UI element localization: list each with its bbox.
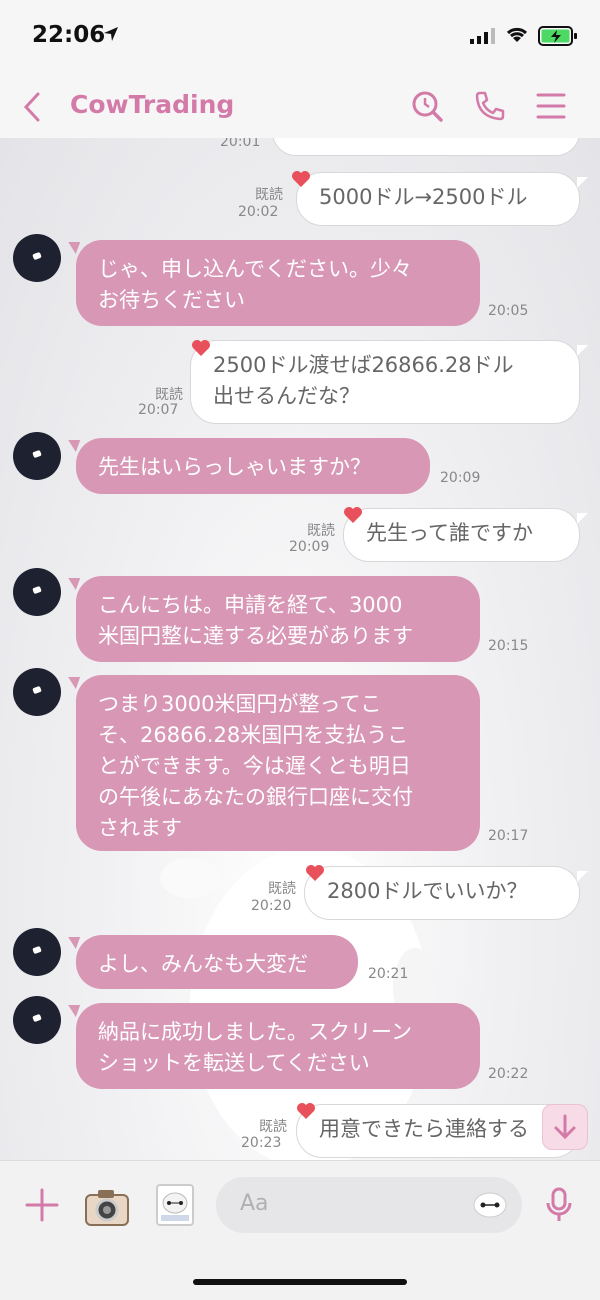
message-time: 20:02 bbox=[238, 204, 279, 220]
microphone-icon[interactable] bbox=[545, 1187, 573, 1223]
contact-avatar[interactable] bbox=[13, 568, 61, 616]
message-text-line: こんにちは。申請を経て、3000 bbox=[98, 593, 403, 617]
message-bubble-incoming[interactable]: 納品に成功しました。スクリーン ショットを転送してください bbox=[76, 1003, 480, 1089]
message-text-line: お待ちください bbox=[98, 288, 245, 312]
message-bubble-outgoing[interactable]: 5000ドル→2500ドル bbox=[296, 172, 588, 226]
message-time: 20:20 bbox=[251, 898, 292, 914]
message-bubble-outgoing[interactable]: 2800ドルでいいか？ bbox=[304, 866, 588, 920]
chat-title: CowTrading bbox=[70, 90, 235, 119]
read-receipt: 既読 bbox=[268, 881, 296, 897]
message-time: 20:01 bbox=[220, 138, 261, 150]
message-text-line: そ、26866.28米国円を支払うこ bbox=[98, 723, 409, 747]
message-list[interactable]: 20:01 5000ドル→2500ドル 既読 20:02 じゃ、申し込んでくださ… bbox=[0, 138, 600, 1160]
message-text-line: されます bbox=[98, 816, 182, 840]
heart-reaction-icon bbox=[192, 340, 210, 356]
sticker-icon[interactable] bbox=[155, 1183, 195, 1227]
message-bubble-incoming[interactable]: じゃ、申し込んでください。少々 お待ちください bbox=[76, 240, 480, 326]
back-chevron-icon[interactable] bbox=[22, 92, 42, 122]
chat-header: CowTrading bbox=[0, 74, 600, 150]
plus-icon[interactable] bbox=[24, 1187, 60, 1223]
message-text: 2800ドルでいいか？ bbox=[327, 879, 528, 903]
status-time: 22:06 bbox=[32, 22, 106, 48]
message-text-line: つまり3000米国円が整ってこ bbox=[98, 692, 382, 716]
message-bubble-incoming[interactable]: つまり3000米国円が整ってこ そ、26866.28米国円を支払うこ とができま… bbox=[76, 675, 480, 851]
message-time: 20:15 bbox=[488, 638, 529, 654]
message-time: 20:21 bbox=[368, 966, 409, 982]
message-text-line: 米国円整に達する必要があります bbox=[98, 624, 413, 648]
message-time: 20:05 bbox=[488, 303, 529, 319]
contact-avatar[interactable] bbox=[13, 928, 61, 976]
message-time: 20:07 bbox=[138, 402, 179, 418]
heart-reaction-icon bbox=[297, 1103, 315, 1119]
arrow-down-icon bbox=[554, 1114, 576, 1140]
location-arrow-icon bbox=[104, 27, 118, 41]
read-receipt: 既読 bbox=[155, 387, 183, 403]
message-bubble-outgoing[interactable]: 先生って誰ですか bbox=[343, 508, 588, 562]
menu-icon[interactable] bbox=[536, 92, 566, 120]
contact-avatar[interactable] bbox=[13, 234, 61, 282]
read-receipt: 既読 bbox=[259, 1119, 287, 1135]
heart-reaction-icon bbox=[306, 865, 324, 881]
wifi-icon bbox=[506, 27, 528, 42]
heart-reaction-icon bbox=[344, 507, 362, 523]
home-indicator bbox=[193, 1279, 407, 1285]
message-text: 5000ドル→2500ドル bbox=[319, 185, 528, 209]
read-receipt: 既読 bbox=[255, 187, 283, 203]
emoji-icon[interactable] bbox=[472, 1190, 508, 1220]
message-text: 用意できたら連絡する bbox=[319, 1117, 529, 1141]
message-bubble-incoming[interactable]: こんにちは。申請を経て、3000 米国円整に達する必要があります bbox=[76, 576, 480, 662]
scroll-to-bottom-button[interactable] bbox=[542, 1104, 588, 1150]
cellular-signal-icon bbox=[470, 28, 495, 44]
search-icon[interactable] bbox=[410, 89, 444, 123]
message-time: 20:09 bbox=[289, 539, 330, 555]
heart-reaction-icon bbox=[292, 171, 310, 187]
message-text-line: じゃ、申し込んでください。少々 bbox=[98, 257, 412, 281]
message-input-placeholder: Aa bbox=[240, 1191, 269, 1216]
message-text-line: 出せるんだな？ bbox=[213, 384, 360, 408]
contact-avatar[interactable] bbox=[13, 996, 61, 1044]
message-text-line: 先生はいらっしゃいますか？ bbox=[98, 455, 371, 479]
phone-call-icon[interactable] bbox=[474, 90, 506, 122]
message-bubble-outgoing[interactable] bbox=[272, 138, 580, 156]
contact-avatar[interactable] bbox=[13, 432, 61, 480]
message-bubble-outgoing[interactable]: 用意できたら連絡する bbox=[296, 1104, 580, 1158]
message-text: 先生って誰ですか bbox=[366, 521, 533, 545]
read-receipt: 既読 bbox=[307, 523, 335, 539]
message-text-line: とができます。今は遅くとも明日 bbox=[98, 754, 411, 778]
message-bubble-outgoing[interactable]: 2500ドル渡せば26866.28ドル 出せるんだな？ bbox=[190, 340, 588, 424]
message-time: 20:22 bbox=[488, 1066, 529, 1082]
message-text-line: よし、みんなも大変だ bbox=[98, 952, 308, 976]
contact-avatar[interactable] bbox=[13, 668, 61, 716]
message-text-line: 2500ドル渡せば26866.28ドル bbox=[213, 353, 514, 377]
message-text-line: 納品に成功しました。スクリーン bbox=[98, 1020, 412, 1044]
message-time: 20:09 bbox=[440, 470, 481, 486]
message-text-line: の午後にあなたの銀行口座に交付 bbox=[98, 785, 413, 809]
message-input[interactable]: Aa bbox=[216, 1177, 522, 1233]
message-time: 20:17 bbox=[488, 828, 529, 844]
message-composer: Aa bbox=[0, 1160, 600, 1300]
camera-icon[interactable] bbox=[84, 1187, 130, 1227]
battery-icon bbox=[538, 26, 577, 46]
message-text-line: ショットを転送してください bbox=[98, 1051, 370, 1075]
message-time: 20:23 bbox=[241, 1135, 282, 1151]
message-bubble-incoming[interactable]: 先生はいらっしゃいますか？ bbox=[76, 438, 430, 494]
message-bubble-incoming[interactable]: よし、みんなも大変だ bbox=[76, 935, 358, 989]
status-bar: 22:06 bbox=[0, 0, 600, 74]
